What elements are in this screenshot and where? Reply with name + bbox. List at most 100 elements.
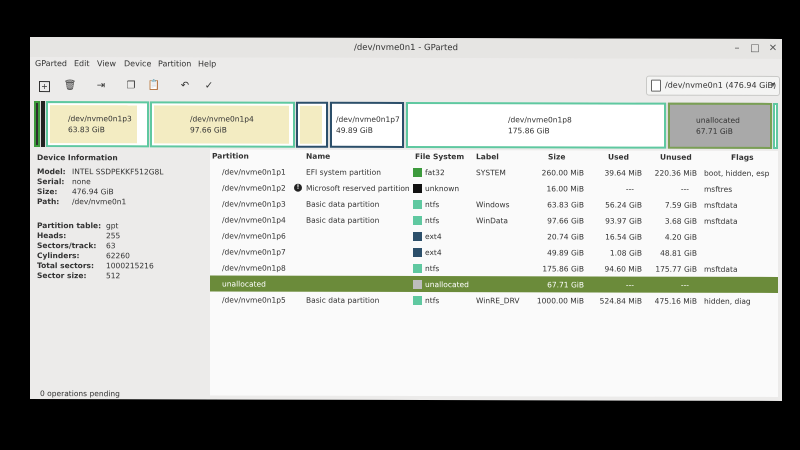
col-flags[interactable]: Flags bbox=[731, 153, 754, 162]
cell-flags: msftdata bbox=[704, 200, 738, 210]
cell-fs: unknown bbox=[425, 184, 460, 194]
menu-bar: GParted Edit View Device Partition Help bbox=[30, 57, 782, 75]
map-segment-p8[interactable]: /dev/nvme0n1p8 175.86 GiB bbox=[406, 102, 666, 149]
cell-used: 93.97 GiB bbox=[605, 216, 642, 226]
cell-size: 260.00 MiB bbox=[541, 168, 584, 178]
map-segment-p3[interactable]: /dev/nvme0n1p3 63.83 GiB bbox=[46, 101, 149, 148]
col-size[interactable]: Size bbox=[548, 152, 565, 161]
cell-flags: hidden, diag bbox=[704, 296, 751, 306]
table-row[interactable]: /dev/nvme0n1p4 Basic data partition ntfs Wi… bbox=[210, 211, 778, 228]
col-used[interactable]: Used bbox=[608, 153, 629, 162]
cell-name: Basic data partition bbox=[306, 215, 380, 225]
table-row[interactable]: /dev/nvme0n1p7 ext4 49.89 GiB 1.08 GiB 48.81… bbox=[210, 243, 778, 260]
cell-fs: ext4 bbox=[425, 248, 442, 258]
col-filesystem[interactable]: File System bbox=[415, 152, 464, 161]
maximize-icon[interactable]: □ bbox=[748, 42, 762, 56]
table-row[interactable]: /dev/nvme0n1p8 ntfs 175.86 GiB 94.60 MiB 175… bbox=[210, 259, 778, 276]
cell-fs: unallocated bbox=[425, 280, 469, 290]
info-label: Cylinders: bbox=[37, 251, 80, 261]
map-size: 97.66 GiB bbox=[190, 125, 227, 135]
cell-name: Basic data partition bbox=[306, 295, 380, 305]
menu-gparted[interactable]: GParted bbox=[35, 59, 67, 68]
cell-partition: unallocated bbox=[222, 279, 266, 289]
map-segment-p6[interactable] bbox=[296, 101, 328, 148]
col-partition[interactable]: Partition bbox=[212, 151, 249, 160]
cell-size: 63.83 GiB bbox=[547, 200, 584, 210]
col-label[interactable]: Label bbox=[476, 152, 499, 161]
menu-partition[interactable]: Partition bbox=[158, 59, 191, 68]
filesystem-color-swatch bbox=[413, 216, 422, 226]
filesystem-color-swatch bbox=[413, 248, 422, 258]
new-partition-icon[interactable]: + bbox=[39, 81, 50, 93]
info-value: 1000215216 bbox=[106, 261, 154, 271]
info-label: Heads: bbox=[37, 231, 67, 241]
table-row[interactable]: ! /dev/nvme0n1p2 Microsoft reserved partit… bbox=[210, 179, 778, 196]
cell-name: Basic data partition bbox=[306, 199, 380, 209]
filesystem-color-swatch bbox=[413, 280, 422, 290]
paste-icon[interactable]: 📋 bbox=[147, 79, 161, 93]
status-text: 0 operations pending bbox=[40, 389, 120, 399]
filesystem-color-swatch bbox=[413, 200, 422, 210]
cell-fs: ext4 bbox=[425, 232, 442, 242]
info-label: Serial: bbox=[37, 177, 65, 187]
menu-device[interactable]: Device bbox=[124, 59, 151, 68]
device-selector-value: /dev/nvme0n1 (476.94 GiB) bbox=[665, 80, 777, 90]
minimize-icon[interactable]: – bbox=[730, 42, 744, 56]
map-segment-unallocated[interactable]: unallocated 67.71 GiB bbox=[668, 102, 772, 149]
map-segment-p7[interactable]: /dev/nvme0n1p7 49.89 GiB bbox=[330, 101, 404, 148]
cell-flags: msftres bbox=[704, 184, 733, 194]
cell-partition: /dev/nvme0n1p5 bbox=[222, 295, 286, 305]
cell-unused: --- bbox=[680, 280, 689, 290]
status-bar: 0 operations pending bbox=[30, 389, 782, 401]
cell-unused: 475.16 MiB bbox=[654, 296, 697, 306]
col-name[interactable]: Name bbox=[306, 152, 330, 161]
col-unused[interactable]: Unused bbox=[660, 153, 692, 162]
table-row[interactable]: unallocated unallocated 67.71 GiB --- --- bbox=[210, 275, 778, 293]
undo-icon[interactable]: ↶ bbox=[178, 79, 192, 93]
info-value: INTEL SSDPEKKF512G8L bbox=[72, 167, 164, 177]
cell-used: 524.84 MiB bbox=[599, 296, 642, 306]
map-size: 67.71 GiB bbox=[696, 126, 733, 136]
cell-name: EFI system partition bbox=[306, 167, 381, 177]
cell-size: 97.66 GiB bbox=[547, 216, 584, 226]
apply-icon[interactable]: ✓ bbox=[202, 79, 216, 93]
info-value: none bbox=[72, 177, 91, 187]
cell-fs: ntfs bbox=[425, 264, 440, 274]
menu-view[interactable]: View bbox=[97, 59, 116, 68]
table-row[interactable]: /dev/nvme0n1p6 ext4 20.74 GiB 16.54 GiB 4.20… bbox=[210, 227, 778, 244]
cell-partition: /dev/nvme0n1p3 bbox=[222, 199, 286, 209]
filesystem-color-swatch bbox=[413, 168, 422, 178]
delete-icon[interactable]: 🗑 bbox=[63, 79, 77, 93]
map-segment-p1[interactable] bbox=[34, 101, 40, 148]
device-info-heading: Device Information bbox=[37, 153, 118, 163]
map-segment-p4[interactable]: /dev/nvme0n1p4 97.66 GiB bbox=[150, 101, 295, 148]
table-row[interactable]: /dev/nvme0n1p5 Basic data partition ntfs Wi… bbox=[210, 291, 778, 308]
chevron-down-icon: ▾ bbox=[770, 79, 775, 89]
map-size: 175.86 GiB bbox=[508, 126, 550, 136]
resize-move-icon[interactable]: ⇥ bbox=[94, 79, 108, 93]
close-icon[interactable]: ✕ bbox=[766, 42, 780, 56]
device-selector[interactable]: /dev/nvme0n1 (476.94 GiB) ▾ bbox=[646, 75, 780, 96]
map-label: /dev/nvme0n1p7 bbox=[336, 114, 400, 124]
warning-icon[interactable]: ! bbox=[294, 183, 302, 192]
map-size: 63.83 GiB bbox=[68, 125, 105, 135]
map-segment-p2[interactable] bbox=[41, 101, 45, 148]
filesystem-color-swatch bbox=[413, 296, 422, 306]
copy-icon[interactable]: ❐ bbox=[124, 79, 138, 93]
menu-help[interactable]: Help bbox=[198, 59, 216, 68]
cell-fs: ntfs bbox=[425, 296, 440, 306]
info-value: 62260 bbox=[106, 251, 130, 261]
cell-unused: 7.59 GiB bbox=[664, 200, 697, 210]
cell-fs: ntfs bbox=[425, 216, 440, 226]
menu-edit[interactable]: Edit bbox=[74, 59, 90, 68]
map-segment-p5[interactable] bbox=[773, 102, 778, 149]
info-value: 512 bbox=[106, 271, 121, 281]
cell-used: --- bbox=[625, 280, 634, 290]
filesystem-color-swatch bbox=[413, 264, 422, 274]
info-label: Total sectors: bbox=[37, 261, 94, 271]
table-row[interactable]: /dev/nvme0n1p1 EFI system partition fat32 S… bbox=[210, 163, 778, 180]
cell-unused: 175.77 GiB bbox=[655, 264, 697, 274]
table-row[interactable]: /dev/nvme0n1p3 Basic data partition ntfs Wi… bbox=[210, 195, 778, 212]
map-label: /dev/nvme0n1p4 bbox=[190, 114, 254, 124]
cell-size: 67.71 GiB bbox=[547, 280, 584, 290]
